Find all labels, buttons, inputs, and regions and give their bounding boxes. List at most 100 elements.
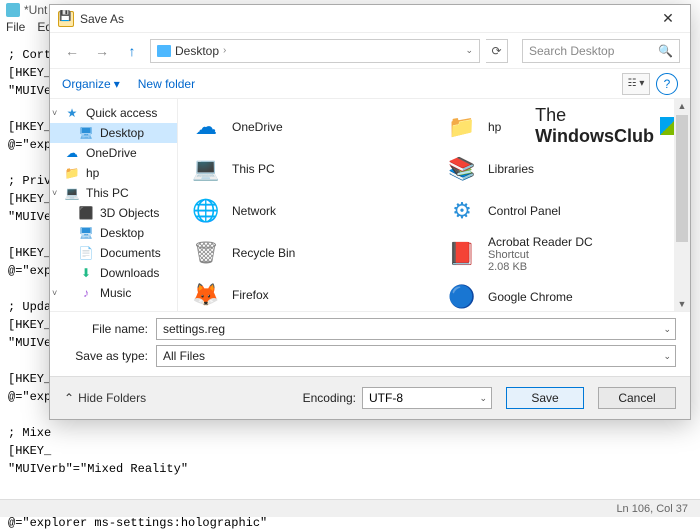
scrollbar[interactable]: ▲ ▼ (674, 99, 690, 311)
folder-icon: ☁ (64, 146, 80, 160)
back-button[interactable]: ← (60, 39, 84, 63)
cancel-button[interactable]: Cancel (598, 387, 676, 409)
sidebar-item-label: OneDrive (86, 146, 137, 160)
chevron-icon[interactable]: ˅ (52, 108, 57, 118)
folder-icon: 📄 (78, 246, 94, 260)
folder-icon: 🖥 (78, 226, 94, 240)
chevron-right-icon[interactable]: › (223, 45, 226, 56)
folder-icon: 💻 (64, 186, 80, 200)
file-icon: 💻 (188, 151, 224, 187)
dialog-title: Save As (80, 12, 648, 26)
file-icon: 🔵 (444, 279, 480, 311)
type-select[interactable]: All Files ⌄ (156, 345, 676, 367)
file-item[interactable]: ☁OneDrive (184, 107, 428, 147)
file-item[interactable]: ⚙Control Panel (440, 191, 684, 231)
chevron-up-icon: ⌃ (64, 391, 74, 405)
help-button[interactable]: ? (656, 73, 678, 95)
notepad-title: *Unt (24, 3, 47, 17)
folder-icon: ⬛ (78, 206, 94, 220)
forward-button[interactable]: → (90, 39, 114, 63)
sidebar-item-label: Desktop (100, 126, 144, 140)
organize-button[interactable]: Organize ▾ (62, 77, 120, 91)
file-name: Acrobat Reader DC (488, 235, 593, 249)
scroll-down-icon[interactable]: ▼ (678, 297, 687, 311)
save-as-dialog: Save As ✕ ← → ↑ Desktop › ⌄ ⟳ Search Des… (49, 4, 691, 420)
folder-icon (157, 45, 171, 57)
sidebar-item-hp[interactable]: 📁 hp (50, 163, 177, 183)
address-dropdown[interactable]: ⌄ (465, 45, 473, 56)
menu-file[interactable]: File (6, 20, 25, 40)
file-item[interactable]: 💻 This PC (184, 149, 428, 189)
sidebar-item-desktop[interactable]: 🖥 Desktop (50, 223, 177, 243)
sidebar-item-label: Desktop (100, 226, 144, 240)
file-icon: 🌐 (188, 193, 224, 229)
filename-input[interactable]: settings.reg ⌄ (156, 318, 676, 340)
file-item[interactable]: 📕 Acrobat Reader DCShortcut2.08 KB (440, 233, 684, 275)
close-button[interactable]: ✕ (648, 5, 688, 33)
file-item[interactable]: 🌐 Network (184, 191, 428, 231)
file-icon: 📁 (444, 109, 480, 145)
chevron-down-icon: ▾ (114, 77, 120, 91)
scroll-up-icon[interactable]: ▲ (678, 99, 687, 113)
file-name: Firefox (232, 288, 269, 302)
chevron-icon[interactable]: ˅ (52, 288, 57, 298)
folder-icon: 📁 (64, 166, 80, 180)
save-button[interactable]: Save (506, 387, 584, 409)
hide-folders-button[interactable]: ⌃ Hide Folders (64, 391, 146, 405)
file-item[interactable]: 🗑Recycle Bin (184, 233, 428, 273)
encoding-select[interactable]: UTF-8 ⌄ (362, 387, 492, 409)
field-area: File name: settings.reg ⌄ Save as type: … (50, 311, 690, 376)
sidebar-item-3d-objects[interactable]: ⬛3D Objects (50, 203, 177, 223)
dialog-titlebar[interactable]: Save As ✕ (50, 5, 690, 33)
notepad-statusbar: Ln 106, Col 37 (0, 499, 700, 517)
chevron-down-icon[interactable]: ⌄ (663, 324, 671, 335)
view-mode-button[interactable]: ☷ ▾ (622, 73, 650, 95)
file-name: Google Chrome (488, 290, 573, 304)
sidebar-item-this-pc[interactable]: ˅💻This PC (50, 183, 177, 203)
sidebar-item-music[interactable]: ˅♪Music (50, 283, 177, 303)
watermark: TheWindowsClub (535, 105, 678, 147)
file-name: Network (232, 204, 276, 218)
search-input[interactable]: Search Desktop 🔍 (522, 39, 680, 63)
file-name: Libraries (488, 162, 534, 176)
file-item[interactable]: 📚 Libraries (440, 149, 684, 189)
sidebar-item-desktop[interactable]: 🖥Desktop (50, 123, 177, 143)
sidebar-item-downloads[interactable]: ⬇ Downloads (50, 263, 177, 283)
sidebar-item-label: Documents (100, 246, 161, 260)
chevron-icon[interactable]: ˅ (52, 188, 57, 198)
sidebar-item-quick-access[interactable]: ˅★Quick access (50, 103, 177, 123)
chevron-down-icon[interactable]: ⌄ (479, 393, 487, 404)
folder-icon: ★ (64, 106, 80, 120)
breadcrumb[interactable]: Desktop (175, 44, 219, 58)
scroll-thumb[interactable] (676, 115, 688, 242)
file-item[interactable]: 🦊Firefox (184, 275, 428, 311)
file-name: This PC (232, 162, 275, 176)
file-icon: 📕 (444, 236, 480, 272)
sidebar-item-label: hp (86, 166, 99, 180)
filename-label: File name: (64, 322, 148, 336)
new-folder-button[interactable]: New folder (138, 77, 195, 91)
notepad-icon (6, 3, 20, 17)
sidebar-item-label: Music (100, 286, 131, 300)
file-item[interactable]: 🔵 Google Chrome (440, 277, 684, 311)
search-icon: 🔍 (658, 44, 673, 58)
dialog-footer: ⌃ Hide Folders Encoding: UTF-8 ⌄ Save Ca… (50, 376, 690, 419)
file-icon: 🗑 (188, 235, 224, 271)
sidebar-item-label: Downloads (100, 266, 159, 280)
folder-icon: ⬇ (78, 266, 94, 280)
file-type: Shortcut (488, 249, 593, 261)
file-icon: ☁ (188, 109, 224, 145)
chevron-down-icon[interactable]: ⌄ (663, 351, 671, 362)
save-icon (58, 11, 74, 27)
sidebar-item-documents[interactable]: 📄 Documents (50, 243, 177, 263)
status-position: Ln 106, Col 37 (616, 503, 688, 515)
search-placeholder: Search Desktop (529, 44, 614, 58)
file-size: 2.08 KB (488, 261, 593, 273)
file-icon: 📚 (444, 151, 480, 187)
refresh-button[interactable]: ⟳ (486, 39, 508, 63)
sidebar-item-onedrive[interactable]: ☁ OneDrive (50, 143, 177, 163)
type-label: Save as type: (64, 349, 148, 363)
file-pane[interactable]: TheWindowsClub ☁OneDrive 💻 This PC 🌐 Network… (178, 99, 690, 311)
address-bar[interactable]: Desktop › ⌄ (150, 39, 480, 63)
up-button[interactable]: ↑ (120, 39, 144, 63)
